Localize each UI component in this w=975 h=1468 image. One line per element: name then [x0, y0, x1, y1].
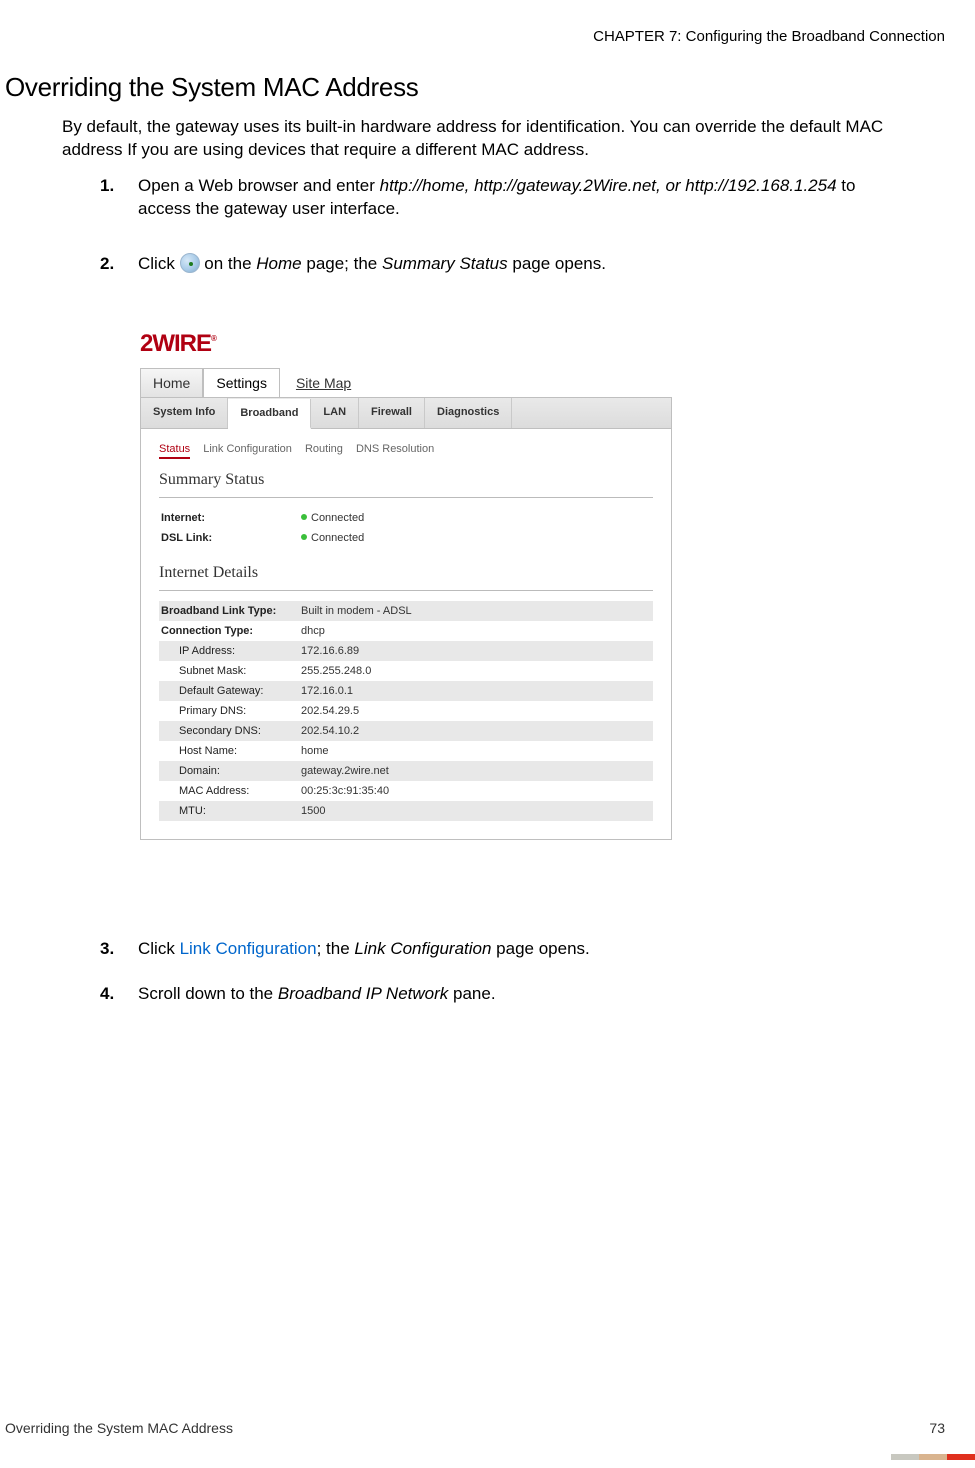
step-number: 3.: [100, 938, 114, 961]
row-subnet-mask: Subnet Mask: 255.255.248.0: [159, 661, 653, 681]
value: 1500: [301, 805, 651, 817]
value-dsl-link: Connected: [301, 532, 651, 544]
tab-settings[interactable]: Settings: [203, 368, 280, 397]
subtab-link-configuration[interactable]: Link Configuration: [203, 443, 292, 455]
step-2: 2. Click on the Home page; the Summary S…: [100, 253, 875, 276]
value: 172.16.6.89: [301, 645, 651, 657]
step-1: 1. Open a Web browser and enter http://h…: [100, 175, 875, 221]
row-host-name: Host Name: home: [159, 741, 653, 761]
row-mac-address: MAC Address: 00:25:3c:91:35:40: [159, 781, 653, 801]
label: Domain:: [161, 765, 301, 777]
link-link-configuration[interactable]: Link Configuration: [180, 939, 317, 958]
tab-lan[interactable]: LAN: [311, 398, 359, 428]
value: home: [301, 745, 651, 757]
row-ip-address: IP Address: 172.16.6.89: [159, 641, 653, 661]
link-site-map[interactable]: Site Map: [286, 369, 361, 397]
label: Default Gateway:: [161, 685, 301, 697]
subtab-status[interactable]: Status: [159, 443, 190, 459]
label: Primary DNS:: [161, 705, 301, 717]
section-title: Overriding the System MAC Address: [5, 72, 418, 103]
step-text: Open a Web browser and enter http://home…: [138, 176, 855, 218]
step-text: Click on the Home page; the Summary Stat…: [138, 254, 606, 273]
panel-content: Status Link Configuration Routing DNS Re…: [140, 429, 672, 840]
logo-2wire: 2WIRE®: [140, 330, 672, 358]
secondary-tabs: System Info Broadband LAN Firewall Diagn…: [140, 398, 672, 429]
tab-diagnostics[interactable]: Diagnostics: [425, 398, 512, 428]
value: 172.16.0.1: [301, 685, 651, 697]
intro-paragraph: By default, the gateway uses its built-i…: [62, 116, 945, 162]
label: Secondary DNS:: [161, 725, 301, 737]
value: 00:25:3c:91:35:40: [301, 785, 651, 797]
footer-decoration: [891, 1454, 975, 1460]
status-dot-icon: [301, 534, 307, 540]
status-dot-icon: [301, 514, 307, 520]
label: MTU:: [161, 805, 301, 817]
sub-tabs: Status Link Configuration Routing DNS Re…: [159, 443, 653, 455]
step-4: 4. Scroll down to the Broadband IP Netwo…: [100, 983, 875, 1006]
step-text: Scroll down to the Broadband IP Network …: [138, 984, 496, 1003]
page-number: 73: [929, 1420, 945, 1436]
value: 202.54.29.5: [301, 705, 651, 717]
row-secondary-dns: Secondary DNS: 202.54.10.2: [159, 721, 653, 741]
value: Built in modem - ADSL: [301, 605, 651, 617]
value: dhcp: [301, 625, 651, 637]
row-mtu: MTU: 1500: [159, 801, 653, 821]
value-internet: Connected: [301, 512, 651, 524]
row-domain: Domain: gateway.2wire.net: [159, 761, 653, 781]
label: Host Name:: [161, 745, 301, 757]
label: IP Address:: [161, 645, 301, 657]
label: MAC Address:: [161, 785, 301, 797]
step-text: Click Link Configuration; the Link Confi…: [138, 939, 590, 958]
chapter-header: CHAPTER 7: Configuring the Broadband Con…: [593, 28, 945, 45]
footer-section-name: Overriding the System MAC Address: [5, 1420, 233, 1436]
globe-icon: [180, 253, 200, 273]
row-primary-dns: Primary DNS: 202.54.29.5: [159, 701, 653, 721]
subtab-dns-resolution[interactable]: DNS Resolution: [356, 443, 434, 455]
primary-tabs: Home Settings: [140, 368, 280, 397]
step-number: 4.: [100, 983, 114, 1006]
divider: [159, 590, 653, 591]
row-broadband-link-type: Broadband Link Type: Built in modem - AD…: [159, 601, 653, 621]
step-number: 1.: [100, 175, 114, 198]
heading-internet-details: Internet Details: [159, 564, 653, 582]
row-internet: Internet: Connected: [159, 508, 653, 528]
label-dsl-link: DSL Link:: [161, 532, 301, 544]
step-3: 3. Click Link Configuration; the Link Co…: [100, 938, 875, 961]
label: Subnet Mask:: [161, 665, 301, 677]
label: Broadband Link Type:: [161, 605, 301, 617]
row-dsl-link: DSL Link: Connected: [159, 528, 653, 548]
step-number: 2.: [100, 253, 114, 276]
heading-summary-status: Summary Status: [159, 471, 653, 489]
label: Connection Type:: [161, 625, 301, 637]
value: 255.255.248.0: [301, 665, 651, 677]
value: gateway.2wire.net: [301, 765, 651, 777]
tab-broadband[interactable]: Broadband: [228, 399, 311, 429]
tab-firewall[interactable]: Firewall: [359, 398, 425, 428]
subtab-routing[interactable]: Routing: [305, 443, 343, 455]
tab-home[interactable]: Home: [140, 368, 203, 397]
gateway-screenshot: 2WIRE® Home Settings Site Map System Inf…: [140, 330, 672, 840]
value: 202.54.10.2: [301, 725, 651, 737]
label-internet: Internet:: [161, 512, 301, 524]
divider: [159, 497, 653, 498]
tab-system-info[interactable]: System Info: [141, 398, 228, 428]
row-default-gateway: Default Gateway: 172.16.0.1: [159, 681, 653, 701]
row-connection-type: Connection Type: dhcp: [159, 621, 653, 641]
